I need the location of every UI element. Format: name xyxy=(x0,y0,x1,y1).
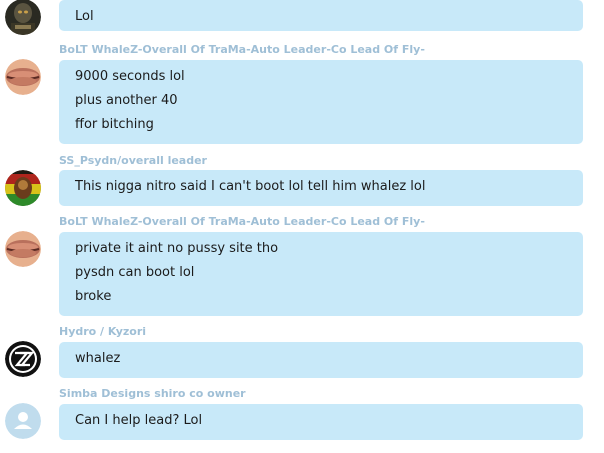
user-avatar[interactable] xyxy=(5,170,41,206)
message-text: Can I help lead? Lol xyxy=(75,413,203,428)
user-avatar[interactable] xyxy=(5,341,41,377)
message-text: Lol xyxy=(75,9,94,24)
user-avatar[interactable] xyxy=(5,59,41,95)
message-bubble: This nigga nitro said I can't boot lol t… xyxy=(59,170,583,206)
message-text: whalez xyxy=(75,351,121,366)
default-user-icon[interactable] xyxy=(5,403,41,439)
message-bubble: Lol xyxy=(59,0,583,31)
message-bubble: Can I help lead? Lol xyxy=(59,404,583,440)
message-bubble: 9000 seconds lol plus another 40 ffor bi… xyxy=(59,60,583,144)
sender-name[interactable]: BoLT WhaleZ-Overall Of TraMa-Auto Leader… xyxy=(59,215,425,228)
message-bubble: whalez xyxy=(59,342,583,378)
message-text: ffor bitching xyxy=(75,117,154,132)
user-avatar[interactable] xyxy=(5,231,41,267)
sender-name[interactable]: Hydro / Kyzori xyxy=(59,325,146,338)
message-bubble: private it aint no pussy site tho pysdn … xyxy=(59,232,583,316)
message-text: 9000 seconds lol xyxy=(75,69,185,84)
message-text: private it aint no pussy site tho xyxy=(75,241,279,256)
message-text: broke xyxy=(75,289,112,304)
message-text: plus another 40 xyxy=(75,93,178,108)
sender-name[interactable]: BoLT WhaleZ-Overall Of TraMa-Auto Leader… xyxy=(59,43,425,56)
sender-name[interactable]: Simba Designs shiro co owner xyxy=(59,387,246,400)
message-text: pysdn can boot lol xyxy=(75,265,195,280)
user-avatar[interactable] xyxy=(5,0,41,35)
message-text: This nigga nitro said I can't boot lol t… xyxy=(75,179,426,194)
sender-name[interactable]: SS_Psydn/overall leader xyxy=(59,154,207,167)
